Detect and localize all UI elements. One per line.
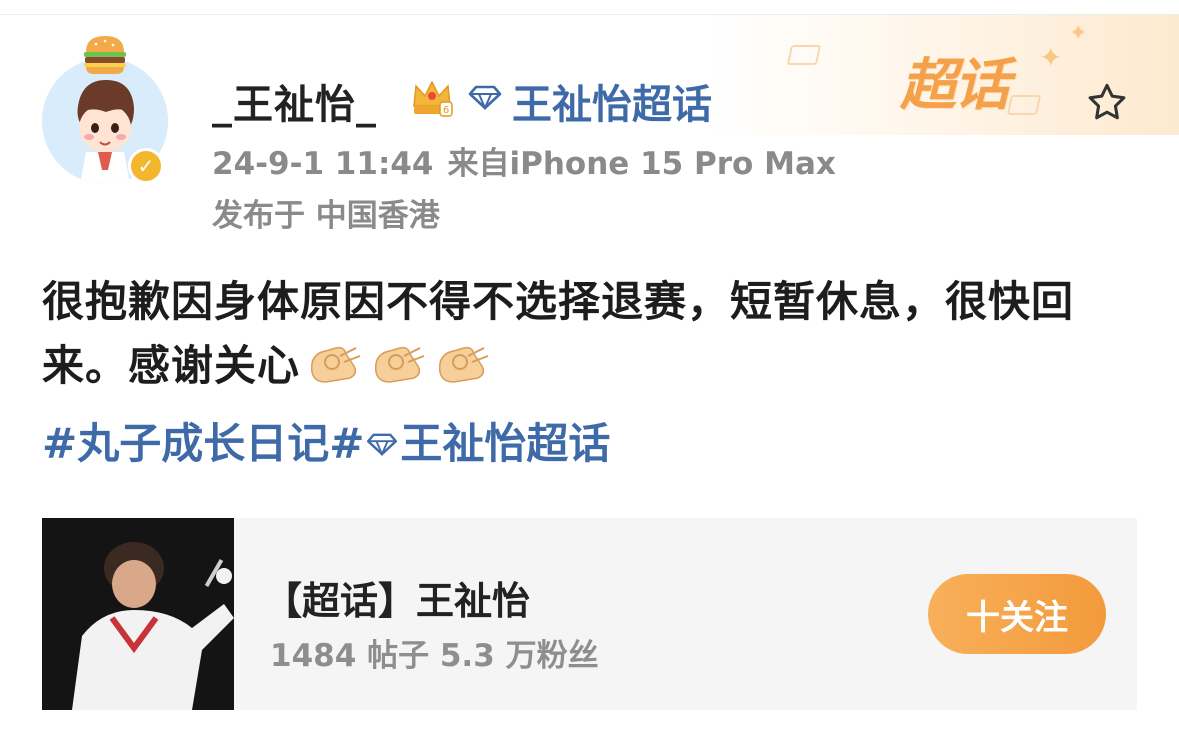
card-thumbnail (42, 518, 234, 710)
ok-hand-emoji (438, 346, 489, 383)
super-topic-tag-link[interactable]: 王祉怡超话 (400, 419, 610, 468)
post-location: 发布于 中国香港 (212, 198, 440, 234)
post-text: 很抱歉因身体原因不得不选择退赛，短暂休息，很快回来。感谢关心 (42, 277, 1075, 390)
gem-decor-icon (1006, 95, 1042, 115)
gem-decor-icon (786, 45, 822, 65)
verified-icon: ✓ (128, 148, 164, 184)
hashtag-link[interactable]: #丸子成长日记# (42, 419, 364, 468)
super-topic-logo: 超话 (900, 53, 1010, 118)
star-icon[interactable] (1084, 80, 1130, 126)
ok-hand-emoji (374, 346, 425, 383)
post-timestamp: 24-9-1 11:44 (212, 146, 434, 182)
username[interactable]: _王祉怡_ (212, 72, 377, 130)
super-topic-card[interactable]: 【超话】王祉怡 1484 帖子 5.3 万粉丝 十关注 (42, 518, 1137, 710)
card-title: 【超话】王祉怡 (264, 579, 531, 623)
post-body: 很抱歉因身体原因不得不选择退赛，短暂休息，很快回来。感谢关心 (42, 270, 1142, 398)
post-meta: 24-9-1 11:44 来自iPhone 15 Pro Max (212, 138, 836, 183)
sparkle-icon: ✦ (1069, 21, 1088, 46)
post-source: 来自iPhone 15 Pro Max (447, 146, 836, 182)
sparkle-icon: ✦ (1039, 41, 1063, 74)
card-stats: 1484 帖子 5.3 万粉丝 (270, 638, 599, 674)
follow-button[interactable]: 十关注 (928, 574, 1106, 654)
diamond-icon[interactable] (468, 84, 502, 110)
diamond-icon (367, 433, 398, 456)
hashtag-line: #丸子成长日记# 王祉怡超话 (42, 410, 610, 471)
athlete-photo-image (42, 518, 234, 710)
ok-hand-emoji (310, 346, 361, 383)
crown-icon: 6 (413, 80, 453, 117)
super-topic-link[interactable]: 王祉怡超话 (512, 72, 712, 130)
burger-icon (84, 36, 126, 74)
svg-text:6: 6 (443, 105, 449, 116)
